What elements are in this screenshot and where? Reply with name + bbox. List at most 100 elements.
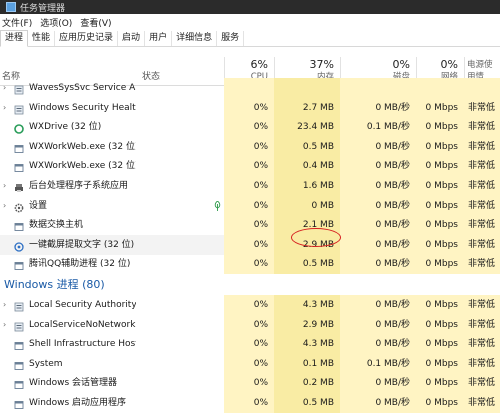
- process-name-cell: › Windows Security Health...: [0, 98, 136, 118]
- chevron-right-icon[interactable]: ›: [3, 78, 6, 98]
- process-name: WXWorkWeb.exe (32 位): [29, 141, 136, 152]
- menu-view[interactable]: 查看(V): [80, 16, 111, 29]
- table-row[interactable]: › WavesSysSvc Service Ap...: [0, 78, 500, 98]
- power-value: 非常低: [464, 215, 500, 236]
- chevron-right-icon[interactable]: ›: [3, 295, 6, 315]
- menu-bar: 文件(F) 选项(O) 查看(V): [0, 14, 500, 30]
- net-value: 0 Mbps: [416, 136, 464, 157]
- power-value: 非常低: [464, 314, 500, 335]
- power-value: 非常低: [464, 254, 500, 275]
- power-value: 非常低: [464, 295, 500, 315]
- group-header-windows-processes[interactable]: Windows 进程 (80): [0, 275, 500, 295]
- disk-value: 0 MB/秒: [340, 392, 416, 413]
- chevron-right-icon[interactable]: ›: [3, 176, 6, 196]
- table-row[interactable]: System 0% 0.1 MB 0.1 MB/秒 0 Mbps 非常低: [0, 353, 500, 374]
- menu-options[interactable]: 选项(O): [40, 16, 72, 29]
- service-icon: [14, 83, 24, 95]
- process-name: Shell Infrastructure Host: [29, 339, 136, 349]
- process-name-cell: Windows 会话管理器: [0, 373, 136, 393]
- task-manager-icon: [6, 2, 16, 12]
- tab-performance[interactable]: 性能: [28, 31, 56, 46]
- table-row[interactable]: Shell Infrastructure Host 0% 4.3 MB 0 MB/秒 0…: [0, 334, 500, 354]
- process-name-cell: 腾讯QQ辅助进程 (32 位): [0, 254, 136, 274]
- process-name-cell: › Local Security Authority ...: [0, 295, 136, 315]
- disk-value: 0 MB/秒: [340, 295, 416, 315]
- mem-value: 0.2 MB: [274, 373, 340, 393]
- tab-users[interactable]: 用户: [145, 31, 173, 46]
- app-window-icon: [14, 259, 24, 271]
- disk-value: 0 MB/秒: [340, 136, 416, 157]
- cpu-value: 0%: [224, 117, 274, 138]
- table-row[interactable]: › LocalServiceNoNetwork... 0% 2.9 MB 0 MB/秒 0…: [0, 314, 500, 335]
- service-icon: [14, 103, 24, 114]
- process-name: 设置: [29, 200, 48, 211]
- disk-value: 0.1 MB/秒: [340, 353, 416, 374]
- table-row[interactable]: 一键截屏提取文字 (32 位) 0% 2.9 MB 0 MB/秒 0 Mbps 非常低: [0, 234, 500, 255]
- disk-value: 0 MB/秒: [340, 195, 416, 216]
- mem-value: 2.9 MB: [274, 314, 340, 335]
- table-row[interactable]: › 后台处理程序子系统应用 0% 1.6 MB 0 MB/秒 0 Mbps 非常低: [0, 176, 500, 196]
- chevron-right-icon[interactable]: ›: [3, 196, 6, 216]
- process-name: WXWorkWeb.exe (32 位): [29, 161, 136, 172]
- table-row[interactable]: Windows 启动应用程序 0% 0.5 MB 0 MB/秒 0 Mbps 非常低: [0, 392, 500, 413]
- disk-value: 0.1 MB/秒: [340, 117, 416, 138]
- net-value: 0 Mbps: [416, 254, 464, 275]
- mem-value: 2.7 MB: [274, 97, 340, 118]
- cpu-value: 0%: [224, 215, 274, 236]
- power-value: [464, 78, 500, 98]
- table-row[interactable]: › Windows Security Health... 0%2.7 MB0 MB/…: [0, 97, 500, 118]
- tab-app-history[interactable]: 应用历史记录: [55, 31, 119, 46]
- disk-value: 0 MB/秒: [340, 234, 416, 255]
- process-name: Windows 启动应用程序: [29, 397, 127, 408]
- window-title: 任务管理器: [20, 3, 66, 14]
- net-value: [416, 78, 464, 98]
- net-value: 0 Mbps: [416, 314, 464, 335]
- cpu-value: 0%: [224, 254, 274, 275]
- table-row[interactable]: WXDrive (32 位) 0% 23.4 MB 0.1 MB/秒 0 Mbps 非常低: [0, 117, 500, 138]
- tab-processes[interactable]: 进程: [0, 30, 29, 47]
- chevron-right-icon[interactable]: ›: [3, 315, 6, 335]
- menu-file[interactable]: 文件(F): [2, 16, 32, 29]
- tab-details[interactable]: 详细信息: [172, 31, 218, 46]
- disk-value: 0 MB/秒: [340, 215, 416, 236]
- power-value: 非常低: [464, 392, 500, 413]
- process-name-cell: WXWorkWeb.exe (32 位): [0, 137, 136, 157]
- disk-value: 0 MB/秒: [340, 97, 416, 118]
- table-row[interactable]: WXWorkWeb.exe (32 位) 0% 0.4 MB 0 MB/秒 0 Mbps…: [0, 156, 500, 177]
- cpu-value: 0%: [224, 195, 274, 216]
- power-value: 非常低: [464, 373, 500, 393]
- screenshot-icon: [14, 240, 24, 252]
- tab-services[interactable]: 服务: [217, 31, 245, 46]
- net-value: 0 Mbps: [416, 373, 464, 393]
- leaf-icon: [214, 200, 221, 211]
- net-value: 0 Mbps: [416, 97, 464, 118]
- power-value: 非常低: [464, 97, 500, 118]
- process-name: WavesSysSvc Service Ap...: [29, 83, 136, 93]
- power-value: 非常低: [464, 156, 500, 177]
- power-value: 非常低: [464, 176, 500, 196]
- table-row[interactable]: › 设置 0% 0 MB 0 MB/秒 0 Mbps 非常低: [0, 195, 500, 216]
- table-row[interactable]: ›Local Security Authority ...0%4.3 MB0 M…: [0, 295, 500, 315]
- mem-value: 0.4 MB: [274, 156, 340, 177]
- tab-startup[interactable]: 启动: [118, 31, 146, 46]
- group-title: Windows 进程 (80): [4, 278, 105, 291]
- table-row[interactable]: WXWorkWeb.exe (32 位) 0% 0.5 MB 0 MB/秒 0 Mbps…: [0, 136, 500, 157]
- wxdrive-icon: [14, 122, 24, 134]
- mem-value: 0.1 MB: [274, 353, 340, 374]
- process-name: System: [29, 358, 63, 369]
- app-window-icon: [14, 398, 24, 409]
- app-window-icon: [14, 220, 24, 232]
- mem-value: [274, 78, 340, 98]
- net-value: 0 Mbps: [416, 215, 464, 236]
- table-row[interactable]: 腾讯QQ辅助进程 (32 位) 0% 0.5 MB 0 MB/秒 0 Mbps 非常低: [0, 254, 500, 275]
- process-name: LocalServiceNoNetwork...: [29, 319, 136, 330]
- disk-value: 0 MB/秒: [340, 156, 416, 177]
- process-name: Windows 会话管理器: [29, 378, 118, 388]
- tab-strip: 进程 性能 应用历史记录 启动 用户 详细信息 服务: [0, 30, 500, 47]
- mem-value: 4.3 MB: [274, 295, 340, 315]
- chevron-right-icon[interactable]: ›: [3, 98, 6, 118]
- net-value: 0 Mbps: [416, 156, 464, 177]
- annotation-circle: [291, 228, 341, 247]
- table-row[interactable]: Windows 会话管理器 0% 0.2 MB 0 MB/秒 0 Mbps 非常低: [0, 373, 500, 393]
- table-row[interactable]: 数据交换主机 0% 2.1 MB 0 MB/秒 0 Mbps 非常低: [0, 215, 500, 236]
